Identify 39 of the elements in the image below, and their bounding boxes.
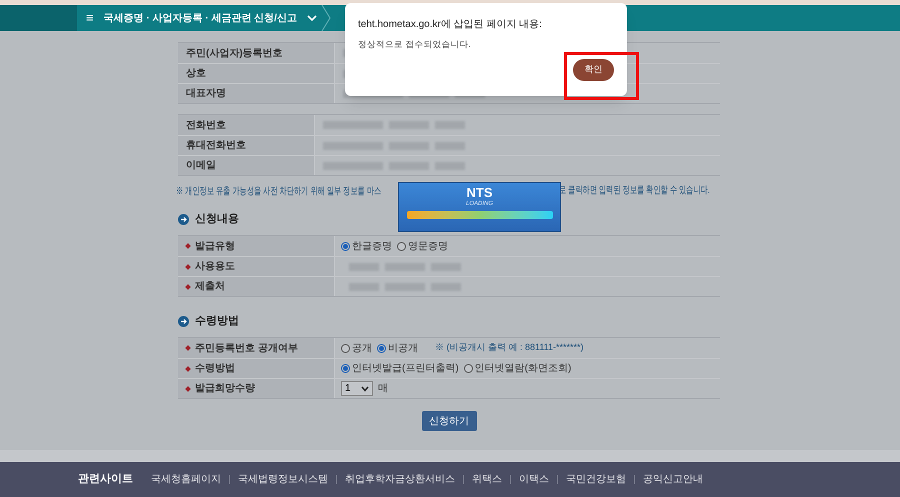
footer-link[interactable]: 공익신고안내 bbox=[643, 472, 703, 487]
loading-title: NTS bbox=[466, 186, 492, 200]
footer-link[interactable]: 국세청홈페이지 bbox=[151, 472, 221, 487]
section-heading: 신청내용 bbox=[195, 212, 239, 227]
field-label: 발급유형 bbox=[195, 240, 235, 254]
unit-label: 매 bbox=[378, 382, 388, 396]
radio-option[interactable]: 공개 bbox=[341, 340, 372, 356]
footer-heading: 관련사이트 bbox=[78, 472, 133, 488]
field-label: 주민등록번호 공개여부 bbox=[195, 342, 298, 356]
field-label: 상호 bbox=[186, 67, 206, 81]
radio-option[interactable]: 영문증명 bbox=[397, 238, 448, 254]
ok-button[interactable]: 확인 bbox=[573, 59, 614, 81]
submit-button[interactable]: 신청하기 bbox=[422, 411, 476, 431]
radio-option[interactable]: 인터넷열람(화면조회) bbox=[464, 361, 572, 376]
footer-link[interactable]: 이택스 bbox=[519, 472, 549, 487]
footer-link[interactable]: 국세법령정보시스템 bbox=[238, 472, 328, 487]
privacy-note: ※ 개인정보 유출 가능성을 사전 차단하기 위해 일부 정보를 마스 bbox=[176, 185, 382, 199]
quantity-select[interactable]: 1 bbox=[341, 381, 373, 396]
menu-icon[interactable]: ≡ bbox=[86, 8, 94, 28]
footer-link[interactable]: 국민건강보험 bbox=[566, 472, 626, 487]
dialog-title: teht.hometax.go.kr에 삽입된 페이지 내용: bbox=[358, 18, 542, 32]
field-label: 휴대전화번호 bbox=[186, 139, 246, 153]
footer-link[interactable]: 위택스 bbox=[472, 472, 502, 487]
field-label: 이메일 bbox=[186, 159, 216, 173]
radio-option[interactable]: 인터넷발급(프린터출력) bbox=[341, 361, 459, 376]
section-heading: 수령방법 bbox=[195, 314, 239, 329]
masking-example-note: ※ (비공개시 출력 예 : 881111-*******) bbox=[435, 341, 584, 354]
field-label: 전화번호 bbox=[186, 118, 226, 132]
field-label: 주민(사업자)등록번호 bbox=[186, 46, 283, 60]
field-label: 대표자명 bbox=[186, 87, 226, 101]
field-label: 제출처 bbox=[195, 280, 225, 294]
field-label: 발급희망수량 bbox=[195, 382, 255, 396]
breadcrumb-title[interactable]: 국세증명 · 사업자등록 · 세금관련 신청/신고 bbox=[104, 10, 297, 26]
dialog-message: 정상적으로 접수되었습니다. bbox=[358, 38, 471, 51]
footer-link[interactable]: 취업후학자금상환서비스 bbox=[345, 472, 455, 487]
field-label: 사용용도 bbox=[195, 260, 235, 274]
field-label: 수령방법 bbox=[195, 362, 235, 376]
radio-option[interactable]: 비공개 bbox=[377, 340, 418, 356]
radio-option[interactable]: 한글증명 bbox=[341, 238, 392, 254]
